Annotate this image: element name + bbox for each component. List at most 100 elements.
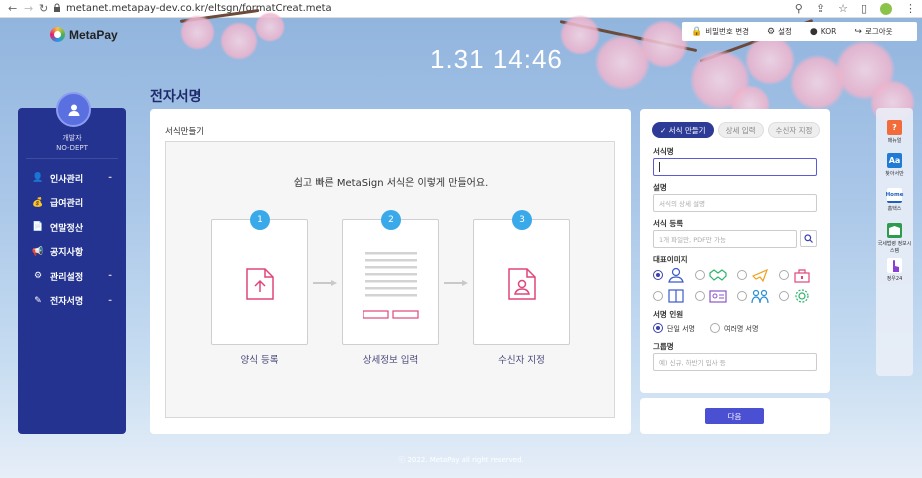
tab-recipient[interactable]: 수신자 지정	[767, 122, 821, 138]
share-icon[interactable]: ⇪	[816, 2, 825, 15]
step-tabs: ✓ 서식 만들기 상세 입력 수신자 지정	[652, 122, 821, 138]
sidebar-menu: 👤 인사관리 - 💰 급여관리 📄 연말정산 📢 공지사항 ⚙ 관리설정 - ✎…	[18, 166, 126, 313]
document-coin-icon: 📄	[32, 222, 44, 233]
metapay-logo[interactable]: MetaPay	[50, 27, 118, 42]
next-button[interactable]: 다음	[705, 408, 764, 424]
logout-icon: ↪	[854, 26, 862, 37]
pointer-hand-icon	[887, 258, 902, 273]
image-option-radio[interactable]	[779, 291, 789, 301]
browser-toolbar: ← → ↻ metanet.metapay-dev.co.kr/eltsgn/f…	[0, 0, 922, 18]
image-option-radio[interactable]	[779, 270, 789, 280]
format-name-label: 서식명	[653, 147, 674, 156]
description-input[interactable]: 서식의 상세 설명	[653, 194, 817, 212]
password-change-button[interactable]: 🔒 비밀번호 변경	[682, 26, 758, 37]
tab-detail-input[interactable]: 상세 입력	[717, 122, 764, 138]
back-icon[interactable]: ←	[8, 2, 17, 15]
globe-icon: ●	[809, 26, 818, 37]
sidepanel-icon[interactable]: ▯	[861, 2, 867, 15]
single-signer-label: 단일 서명	[667, 325, 695, 333]
gear-icon[interactable]	[793, 288, 811, 304]
pen-icon: ✎	[34, 295, 42, 306]
gear-icon: ⚙	[33, 271, 43, 282]
sidebar-item-hr[interactable]: 👤 인사관리 -	[18, 166, 126, 191]
arrow-right-icon	[444, 280, 468, 286]
step-label: 상세정보 입력	[362, 355, 419, 366]
page-title: 전자서명	[150, 89, 202, 105]
quick-link-gov24[interactable]: 정우24	[876, 258, 913, 282]
dictionary-icon: Aa	[887, 153, 902, 168]
person-icon[interactable]	[667, 267, 685, 283]
guide-headline: 쉽고 빠른 MetaSign 서식은 이렇게 만들어요.	[293, 178, 489, 189]
file-search-button[interactable]	[800, 230, 817, 247]
money-bag-icon: 💰	[32, 197, 44, 208]
image-option-radio[interactable]	[737, 270, 747, 280]
image-option-radio[interactable]	[695, 291, 705, 301]
footer-copyright: ⓒ 2022. MetaPay all right reserved.	[398, 456, 524, 464]
settings-button[interactable]: ⚙ 설정	[758, 26, 801, 37]
step-card-recipient: 3	[473, 210, 570, 345]
language-button[interactable]: ● KOR	[801, 27, 845, 37]
multi-signer-label: 여러명 서명	[724, 325, 759, 333]
sidebar-item-year-end-tax[interactable]: 📄 연말정산	[18, 215, 126, 240]
help-icon: ?	[887, 120, 902, 135]
logout-button[interactable]: ↪ 로그아웃	[845, 26, 901, 37]
quick-link-hometax[interactable]: Home 홈택스	[876, 188, 913, 212]
multi-signer-radio[interactable]	[710, 323, 720, 333]
quick-link-tax-law[interactable]: 국세법령 정보시스템	[876, 223, 913, 254]
format-create-form: ✓ 서식 만들기 상세 입력 수신자 지정 서식명 설명 서식의 상세 설명 서…	[640, 109, 830, 393]
group-icon[interactable]	[751, 288, 769, 304]
lock-icon: 🔒	[691, 26, 703, 37]
id-card-icon[interactable]	[709, 288, 727, 304]
image-option-radio[interactable]	[695, 270, 705, 280]
quick-link-manual[interactable]: ? 매뉴얼	[876, 120, 913, 144]
signer-count-label: 서명 인원	[653, 310, 684, 319]
step-label: 양식 등록	[240, 355, 279, 366]
arrow-right-icon	[313, 280, 337, 286]
briefcase-lock-icon[interactable]	[793, 267, 811, 283]
profile-avatar[interactable]	[880, 3, 892, 15]
expand-icon: -	[108, 173, 112, 183]
next-action-card: 다음	[640, 398, 830, 434]
single-signer-radio[interactable]	[653, 323, 663, 333]
address-bar[interactable]: metanet.metapay-dev.co.kr/eltsgn/formatC…	[66, 3, 332, 14]
expand-icon: -	[108, 271, 112, 281]
guide-panel: 쉽고 빠른 MetaSign 서식은 이렇게 만들어요. 1 양식 등록 2 상…	[165, 141, 615, 418]
clock-display: 1.31 14:46	[430, 44, 563, 74]
group-name-label: 그룹명	[653, 342, 674, 351]
quick-link-dictionary[interactable]: Aa 찾아서만	[876, 153, 913, 177]
step-number: 1	[250, 210, 270, 230]
search-icon	[804, 234, 813, 243]
sidebar-item-e-signature[interactable]: ✎ 전자서명 -	[18, 289, 126, 314]
user-icon	[68, 104, 79, 116]
zoom-icon[interactable]: ⚲	[795, 2, 803, 15]
format-register-label: 서식 등록	[653, 219, 684, 228]
format-name-input[interactable]	[653, 158, 817, 176]
star-icon[interactable]: ☆	[838, 2, 848, 15]
user-dept: NO-DEPT	[56, 144, 88, 152]
megaphone-icon: 📢	[32, 246, 44, 257]
handshake-icon[interactable]	[709, 267, 727, 283]
step-number: 2	[381, 210, 401, 230]
form-guide-card: 서식만들기 쉽고 빠른 MetaSign 서식은 이렇게 만들어요. 1 양식 …	[150, 109, 631, 434]
reload-icon[interactable]: ↻	[39, 2, 48, 15]
group-name-input[interactable]: 예) 신규, 하반기 입사 등	[653, 353, 817, 371]
quick-links-panel: ? 매뉴얼 Aa 찾아서만 Home 홈택스 국세법령 정보시스템 정우24	[876, 108, 913, 376]
divider	[26, 158, 118, 159]
file-input[interactable]: 1개 파일만, PDF만 가능	[653, 230, 797, 248]
forward-icon[interactable]: →	[24, 2, 33, 15]
book-icon[interactable]	[667, 288, 685, 304]
law-book-icon	[887, 223, 902, 238]
sidebar-item-admin-settings[interactable]: ⚙ 관리설정 -	[18, 264, 126, 289]
lock-icon	[54, 3, 60, 12]
airplane-icon[interactable]	[751, 267, 769, 283]
expand-icon: -	[108, 295, 112, 306]
tab-create-format[interactable]: ✓ 서식 만들기	[652, 122, 714, 138]
sidebar-item-notice[interactable]: 📢 공지사항	[18, 240, 126, 265]
description-label: 설명	[653, 183, 667, 192]
image-option-radio[interactable]	[653, 291, 663, 301]
user-avatar	[56, 92, 91, 127]
image-option-radio[interactable]	[653, 270, 663, 280]
image-option-radio[interactable]	[737, 291, 747, 301]
sidebar-item-payroll[interactable]: 💰 급여관리	[18, 191, 126, 216]
kebab-menu-icon[interactable]: ⋮	[905, 2, 916, 15]
